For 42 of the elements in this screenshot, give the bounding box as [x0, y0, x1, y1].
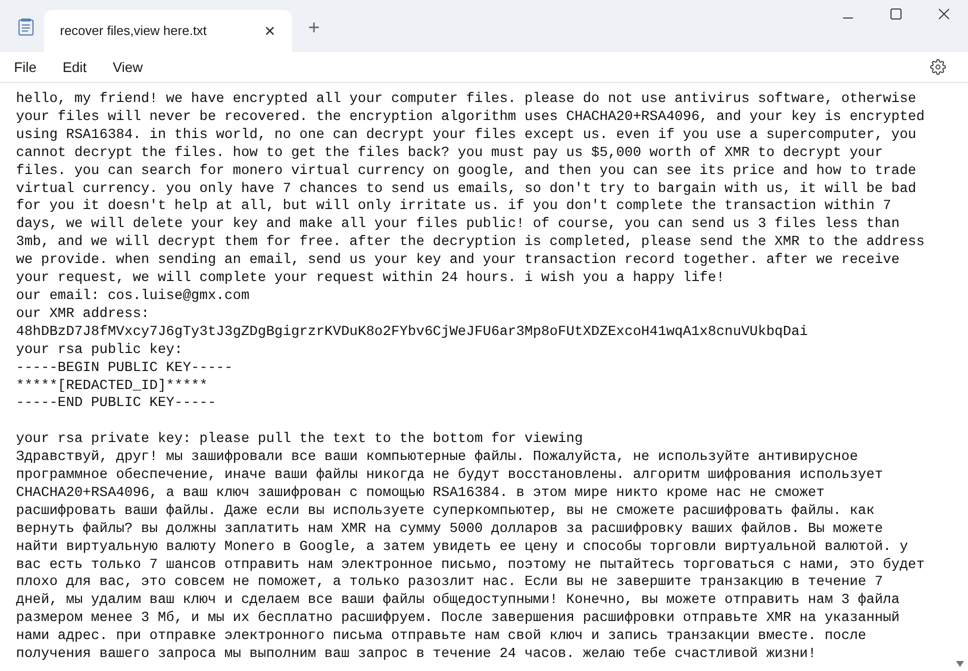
text-line: we provide. when sending an email, send us your key and your transaction record together. after we receive [16, 252, 900, 270]
text-line: плохо для вас, это совсем не поможет, а только разозлит нас. Если вы не завершите транзакцию в течение 7 [16, 574, 883, 592]
text-line: your request, we will complete your request within 24 hours. i wish you a happy life! [16, 270, 725, 288]
maximize-icon[interactable] [890, 8, 902, 20]
text-line: *****[REDACTED_ID]***** [16, 378, 208, 396]
text-line: hello, my friend! we have encrypted all your computer files. please do not use antivirus software, otherwise [16, 91, 916, 109]
text-line: расшифровать ваши файлы. Даже если вы используете суперкомпьютер, вы не сможете расшифровать файлы. как [16, 502, 875, 521]
notepad-icon [18, 18, 34, 36]
text-line: вернуть файлы? вы должны заплатить нам XMR на сумму 5000 долларов за расшифровку ваших файлов. Вы можете [16, 520, 883, 539]
close-icon[interactable] [938, 8, 950, 20]
text-line: размером менее 3 Мб, и мы их бесплатно расшифруем. После завершения расшифровки отправьте XMR на указанный [16, 610, 900, 628]
text-line: cannot decrypt the files. how to get the files back? you must pay us $5,000 worth of XMR to decrypt your [16, 144, 883, 163]
text-line: files. you can search for monero virtual currency on google, and then you can see its price and how to trade [16, 162, 916, 181]
text-line: нами адрес. при отправке электронного письма отправьте нам свой ключ и запись транзакции вместе. после [16, 628, 866, 646]
new-tab-button[interactable]: + [302, 16, 326, 40]
text-line: вас есть только 7 шансов отправить нам электронное письмо, поэтому не пытайтесь торговаться с нами, это будет [16, 556, 925, 574]
text-line: Здравствуй, друг! мы зашифровали все ваши компьютерные файлы. Пожалуйста, не используйте антивирусное [16, 449, 858, 468]
text-line: for you it doesn't help at all, but will only irritate us. if you don't complete the transaction within 7 [16, 198, 892, 216]
text-line: your rsa public key: [16, 342, 183, 360]
text-line: CHACHA20+RSA4096, а ваш ключ зашифрован с помощью RSA16384. в этом мире никто кроме нас не сможет [16, 484, 825, 503]
text-line: 3mb, and we will decrypt them for free. after the decryption is completed, please send the XMR to the address [16, 234, 925, 252]
text-line: дней, мы удалим ваш ключ и сделаем все ваши файлы общедоступными! Конечно, вы можете отправить нам 3 файла [16, 592, 900, 610]
menu-item[interactable]: View [104, 56, 151, 78]
text-line: your files will never be recovered. the encryption algorithm uses CHACHA20+RSA4096, and your key is encrypted [16, 108, 925, 127]
text-line: -----BEGIN PUBLIC KEY----- [16, 360, 233, 378]
text-line: our XMR address: [16, 306, 150, 324]
text-line: 48hDBzD7J8fMVxcy7J6gTy3tJ3gZDgBgigrzrKVDuK8o2FYbv6CjWeJFU6ar3Mp8oFUtXDZExcoH41wqA1x8cnuVUkbqDai [16, 324, 808, 342]
text-line: our email: cos.luise@gmx.com [16, 288, 250, 306]
text-line: программное обеспечение, иначе ваши файлы никогда не будут восстановлены. алгоритм шифрования использует [16, 467, 883, 485]
scroll-down-arrow-icon[interactable] [956, 661, 964, 667]
close-tab-button[interactable]: ✕ [256, 17, 284, 45]
menu-item[interactable]: Edit [54, 56, 95, 78]
text-line: your rsa private key: please pull the text to the bottom for viewing [16, 431, 583, 450]
file-tab[interactable]: recover files,view here.txt ✕ [44, 10, 292, 52]
text-line: virtual currency. you only have 7 chances to send us emails, so don't try to bargain with us, it will be bad [16, 180, 916, 198]
text-line: using RSA16384. in this world, no one can decrypt your files except us. even if you use a supercomputer, you [16, 126, 916, 145]
settings-icon[interactable] [930, 59, 946, 75]
text-line: получения вашего запроса мы выполним ваш запрос в течение 24 часов. желаю тебе счастливой жизни! [16, 646, 816, 664]
text-line: найти виртуальную валюту Monero в Google, а затем увидеть ее цену и способы торговли виртуальной валютой. у [16, 538, 908, 557]
text-line: -----END PUBLIC KEY----- [16, 395, 216, 414]
text-line: days, we will delete your key and make all your files public! of course, you can send us 3 files less than [16, 216, 900, 234]
menu-item[interactable]: File [6, 56, 45, 78]
